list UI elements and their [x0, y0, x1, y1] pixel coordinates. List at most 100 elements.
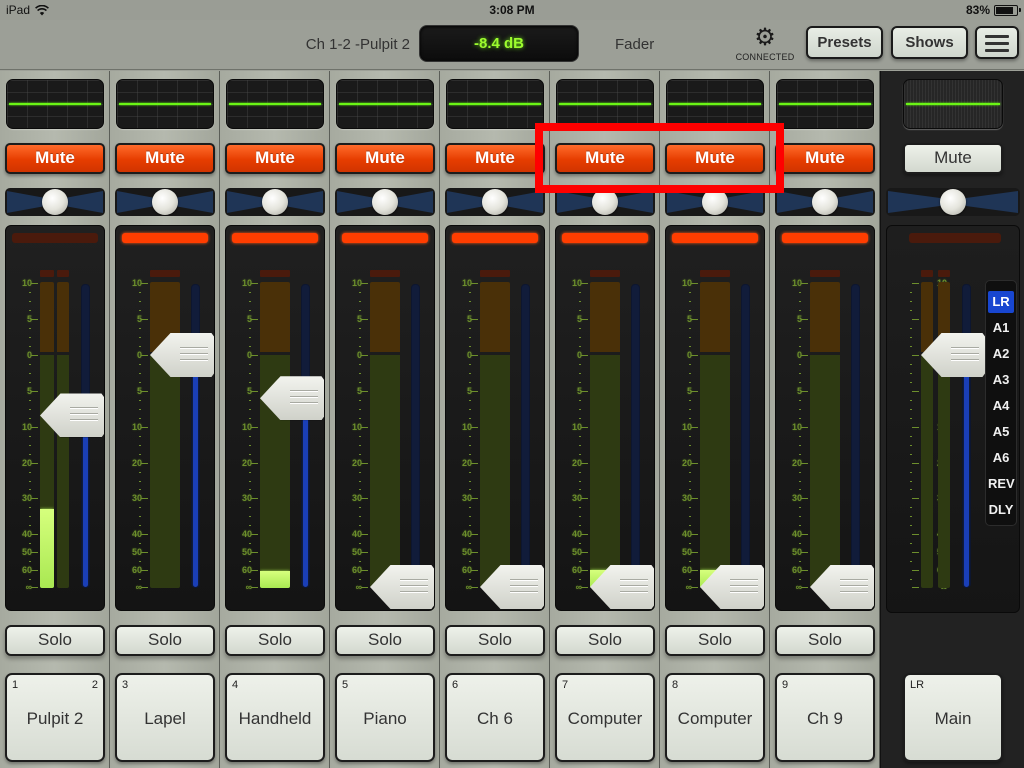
master-pan-control[interactable]	[886, 188, 1020, 216]
fader-handle[interactable]	[480, 565, 544, 609]
eq-display-button[interactable]	[6, 79, 104, 129]
scale-minor-tick	[579, 525, 581, 526]
pan-control[interactable]	[445, 188, 545, 216]
scale-minor-tick	[579, 292, 581, 293]
scale-tick	[251, 391, 258, 392]
scale-minor-tick	[799, 409, 801, 410]
solo-button[interactable]: Solo	[775, 625, 875, 656]
pan-control[interactable]	[775, 188, 875, 216]
pan-control[interactable]	[5, 188, 105, 216]
mute-button[interactable]: Mute	[225, 143, 325, 174]
bus-option-a1[interactable]: A1	[988, 317, 1014, 339]
solo-button[interactable]: Solo	[445, 625, 545, 656]
bus-option-lr[interactable]: LR	[988, 291, 1014, 313]
solo-button[interactable]: Solo	[555, 625, 655, 656]
scale-minor-tick	[579, 301, 581, 302]
channel-name-button[interactable]: 5 Piano	[335, 673, 435, 762]
master-name-button[interactable]: LR Main	[903, 673, 1003, 762]
scale-minor-tick	[799, 400, 801, 401]
fader-track[interactable]	[521, 284, 530, 588]
fader-handle[interactable]	[260, 376, 324, 421]
fader-handle[interactable]	[370, 565, 434, 609]
connection-settings-button[interactable]: ⚙ CONNECTED	[728, 26, 802, 63]
eq-display-button[interactable]	[116, 79, 214, 129]
master-fader-handle[interactable]	[921, 333, 985, 377]
channel-name-button[interactable]: 8 Computer	[665, 673, 765, 762]
master-eq-display-button[interactable]	[903, 79, 1003, 129]
bus-option-a4[interactable]: A4	[988, 395, 1014, 417]
mute-button[interactable]: Mute	[445, 143, 545, 174]
channel-name: Computer	[567, 709, 643, 728]
pan-control[interactable]	[225, 188, 325, 216]
fader-track[interactable]	[741, 284, 750, 588]
mute-button[interactable]: Mute	[5, 143, 105, 174]
mute-button[interactable]: Mute	[335, 143, 435, 174]
channel-name-button[interactable]: 9 Ch 9	[775, 673, 875, 762]
scale-minor-tick	[139, 418, 141, 419]
bus-option-rev[interactable]: REV	[988, 473, 1015, 495]
solo-button[interactable]: Solo	[115, 625, 215, 656]
fader-track[interactable]	[962, 284, 971, 588]
solo-button[interactable]: Solo	[335, 625, 435, 656]
fader-handle[interactable]	[590, 565, 654, 609]
fader-track[interactable]	[411, 284, 420, 588]
bus-option-a2[interactable]: A2	[988, 343, 1014, 365]
solo-button[interactable]: Solo	[225, 625, 325, 656]
channel-name: Computer	[677, 709, 753, 728]
clip-indicator	[12, 233, 98, 243]
eq-display-button[interactable]	[226, 79, 324, 129]
pan-control[interactable]	[335, 188, 435, 216]
presets-button[interactable]: Presets	[806, 26, 883, 59]
shows-button[interactable]: Shows	[891, 26, 968, 59]
eq-display-button[interactable]	[666, 79, 764, 129]
pan-knob[interactable]	[42, 189, 68, 215]
channel-name-button[interactable]: 3 Lapel	[115, 673, 215, 762]
pan-knob[interactable]	[940, 189, 966, 215]
eq-display-button[interactable]	[336, 79, 434, 129]
master-mute-button[interactable]: Mute	[903, 143, 1003, 174]
fader-grip-icon	[840, 579, 868, 597]
scale-minor-tick	[359, 445, 361, 446]
solo-button[interactable]: Solo	[665, 625, 765, 656]
mute-button[interactable]: Mute	[775, 143, 875, 174]
fader-track[interactable]	[631, 284, 640, 588]
pan-knob[interactable]	[482, 189, 508, 215]
pan-knob[interactable]	[372, 189, 398, 215]
solo-button[interactable]: Solo	[5, 625, 105, 656]
eq-display-button[interactable]	[556, 79, 654, 129]
channel-name-button[interactable]: 1 2 Pulpit 2	[5, 673, 105, 762]
pan-knob[interactable]	[152, 189, 178, 215]
scale-minor-tick	[469, 418, 471, 419]
fader-handle[interactable]	[150, 333, 214, 377]
fader-track[interactable]	[191, 284, 200, 588]
scale-minor-tick	[689, 364, 691, 365]
eq-display-button[interactable]	[446, 79, 544, 129]
mute-button[interactable]: Mute	[115, 143, 215, 174]
level-meter-right	[938, 282, 950, 588]
fader-track[interactable]	[301, 284, 310, 588]
bus-option-a3[interactable]: A3	[988, 369, 1014, 391]
menu-button[interactable]	[975, 26, 1019, 59]
channel-name-button[interactable]: 7 Computer	[555, 673, 655, 762]
bus-option-dly[interactable]: DLY	[988, 499, 1014, 521]
bus-option-a6[interactable]: A6	[988, 447, 1014, 469]
fader-handle[interactable]	[810, 565, 874, 609]
scale-tick	[581, 319, 588, 320]
meter-peak-indicator	[370, 270, 400, 277]
pan-knob[interactable]	[812, 189, 838, 215]
pan-knob[interactable]	[262, 189, 288, 215]
channel-name-button[interactable]: 4 Handheld	[225, 673, 325, 762]
pan-control[interactable]	[115, 188, 215, 216]
scale-tick	[912, 427, 919, 428]
fader-track[interactable]	[851, 284, 860, 588]
scale-minor-tick	[689, 516, 691, 517]
bus-option-a5[interactable]: A5	[988, 421, 1014, 443]
channel-name-button[interactable]: 6 Ch 6	[445, 673, 545, 762]
scale-minor-tick	[359, 480, 361, 482]
scale-minor-tick	[29, 418, 31, 419]
fader-handle[interactable]	[700, 565, 764, 609]
fader-handle[interactable]	[40, 393, 104, 438]
eq-display-button[interactable]	[776, 79, 874, 129]
scale-tick	[471, 355, 478, 356]
scale-tick	[31, 587, 38, 588]
